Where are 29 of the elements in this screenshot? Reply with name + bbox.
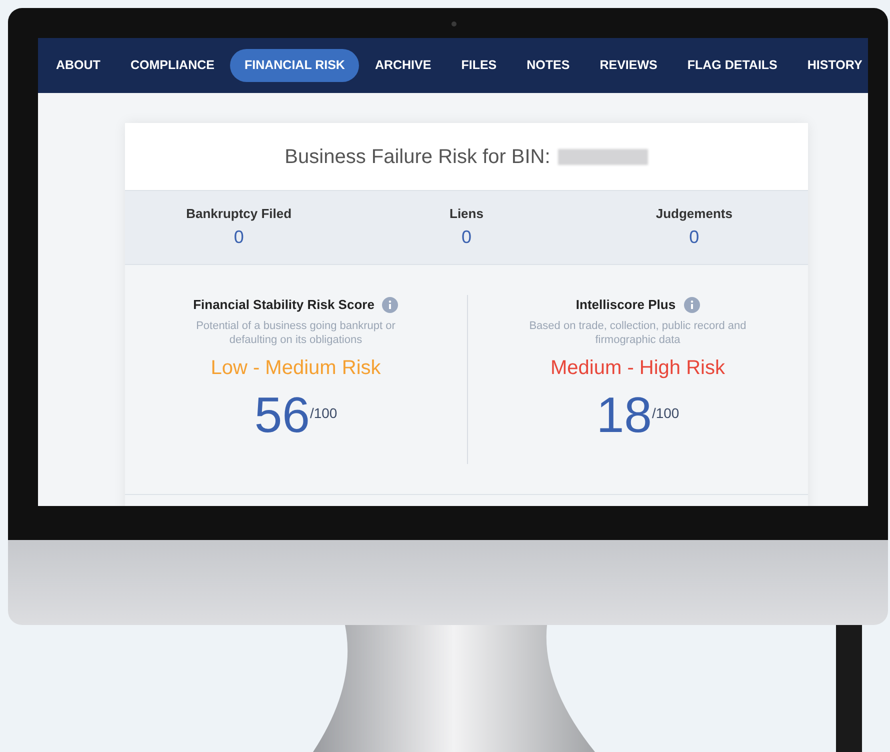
- score-scale: /100: [310, 404, 338, 422]
- card-title: Business Failure Risk for BIN:: [284, 144, 550, 170]
- nav-tab[interactable]: COMPLIANCE: [116, 49, 228, 82]
- stat-value: 0: [689, 226, 700, 249]
- score-description: Based on trade, collection, public record and firmographic data: [528, 318, 748, 346]
- score-description: Potential of a business going bankrupt or defaulting on its obligations: [195, 318, 396, 346]
- score-scale: /100: [652, 404, 680, 422]
- nav-tab[interactable]: FILES: [447, 49, 511, 82]
- nav-tab[interactable]: REVIEWS: [586, 49, 672, 82]
- nav-tab[interactable]: ABOUT: [42, 49, 114, 82]
- camera-icon: [451, 21, 457, 27]
- info-icon[interactable]: [684, 296, 700, 313]
- stat-value: 0: [461, 226, 472, 249]
- nav-tab[interactable]: NOTES: [512, 49, 584, 82]
- risk-level: Low - Medium Risk: [210, 356, 381, 380]
- stat-label: Bankruptcy Filed: [186, 205, 292, 224]
- score-title: Intelliscore Plus: [576, 296, 676, 314]
- info-icon[interactable]: [382, 296, 398, 313]
- score-title: Financial Stability Risk Score: [193, 296, 374, 314]
- nav-tab[interactable]: FINANCIAL RISK: [230, 49, 359, 82]
- risk-level: Medium - High Risk: [550, 356, 725, 380]
- stat-label: Liens: [450, 205, 484, 224]
- score-value: 18: [596, 386, 652, 442]
- nav-tab[interactable]: HISTORY: [793, 49, 868, 82]
- nav-tab[interactable]: FLAG DETAILS: [673, 49, 792, 82]
- score-value: 56: [254, 386, 310, 442]
- stat-value: 0: [234, 226, 244, 249]
- nav-tab[interactable]: ARCHIVE: [360, 49, 446, 82]
- stat-label: Judgements: [656, 205, 732, 224]
